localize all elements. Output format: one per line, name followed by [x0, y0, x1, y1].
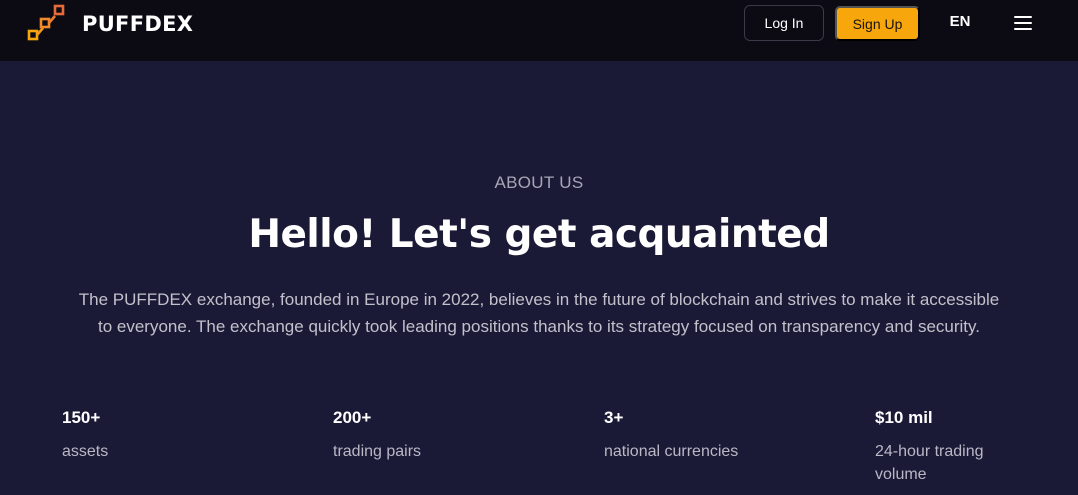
stat-value: 3+ [604, 408, 624, 427]
page-title: Hello! Let's get acquainted [248, 212, 830, 257]
about-description: The PUFFDEX exchange, founded in Europe … [78, 290, 1000, 336]
stat-label: assets [62, 443, 109, 460]
stat-label: national currencies [604, 443, 739, 460]
stat-trading-volume: $10 mil 24-hour trading volume [875, 408, 1015, 486]
stat-value: 150+ [62, 408, 101, 427]
puffdex-logo-icon [27, 4, 65, 41]
stat-label: trading pairs [333, 443, 422, 460]
stat-trading-pairs: 200+ trading pairs [333, 408, 503, 463]
stat-value: 200+ [333, 408, 372, 427]
hamburger-menu-icon[interactable] [1011, 12, 1035, 34]
language-selector[interactable]: EN [946, 13, 974, 30]
signup-button[interactable]: Sign Up [835, 6, 920, 41]
stat-assets: 150+ assets [62, 408, 232, 463]
stat-value: $10 mil [875, 408, 933, 427]
section-eyebrow: ABOUT US [494, 173, 584, 192]
stat-label: 24-hour trading volume [875, 443, 984, 483]
login-button[interactable]: Log In [744, 5, 824, 41]
brand-logo[interactable]: PUFFDEX [27, 4, 193, 44]
top-navbar: PUFFDEX Log In Sign Up EN [0, 0, 1078, 61]
brand-name: PUFFDEX [82, 12, 194, 36]
stat-national-currencies: 3+ national currencies [604, 408, 774, 463]
